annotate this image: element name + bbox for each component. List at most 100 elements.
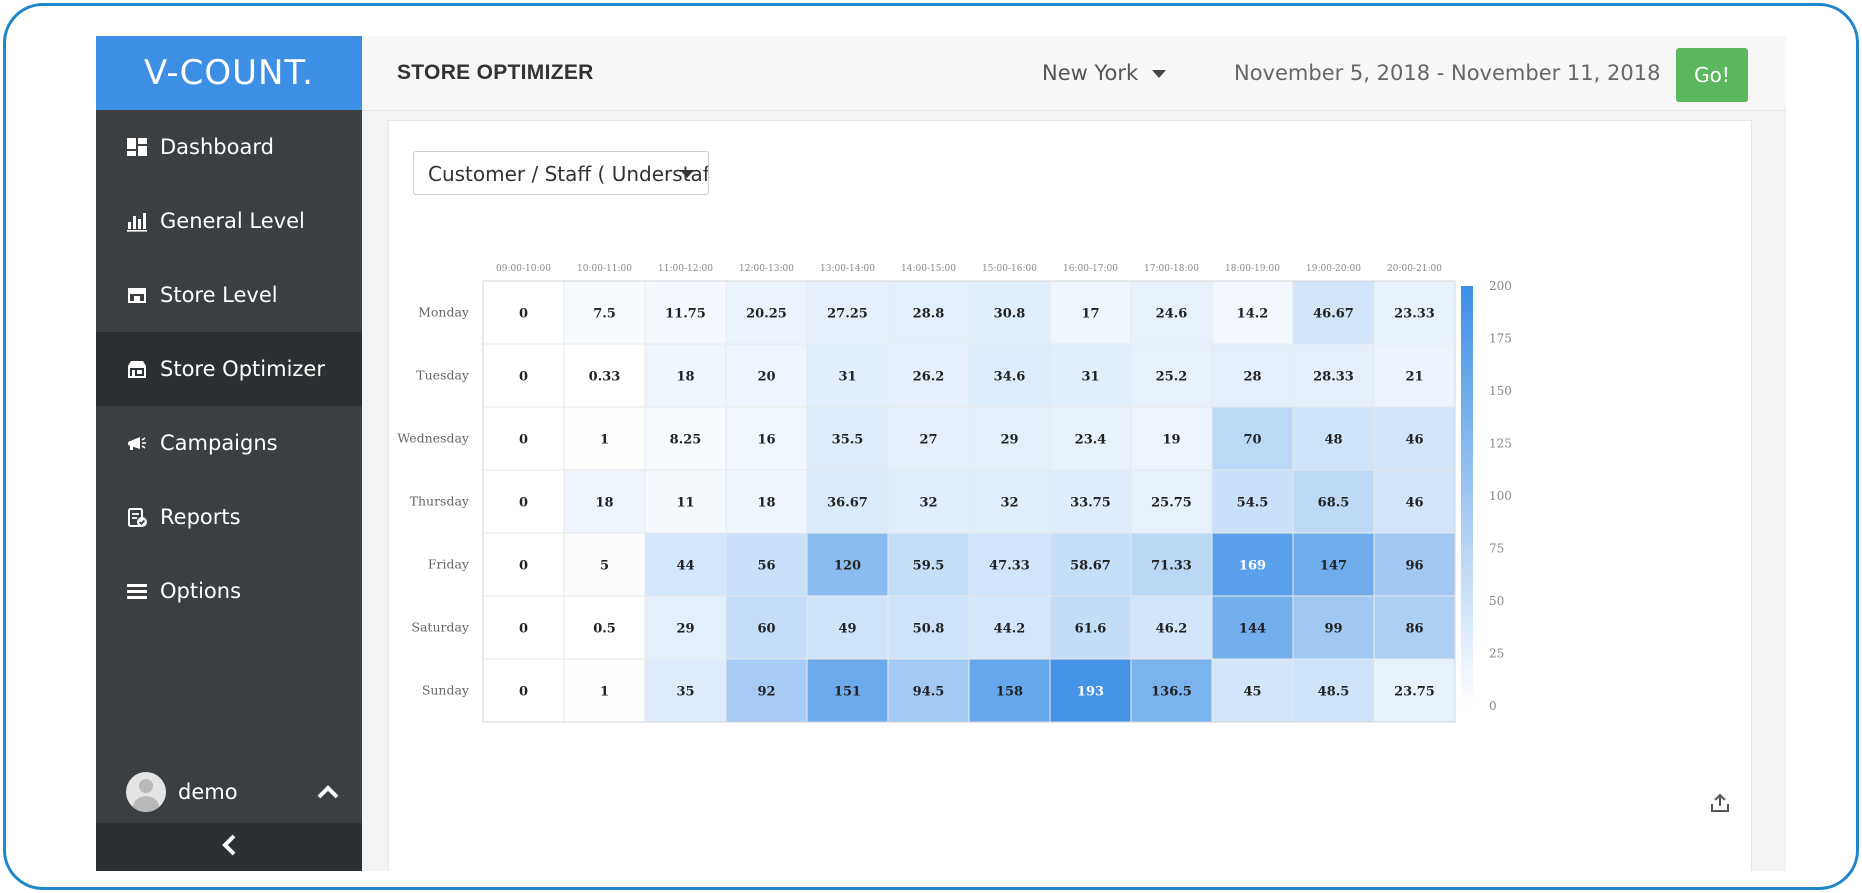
date-range-picker[interactable]: November 5, 2018 - November 11, 2018 [1234,36,1660,110]
cell-value: 44.2 [994,622,1026,637]
cell-value: 23.75 [1394,685,1435,700]
y-tick-label: Tuesday [416,368,470,383]
cell-value: 25.2 [1156,370,1188,385]
cell-value: 96 [1405,559,1423,574]
sidebar-item-campaigns[interactable]: Campaigns [96,406,362,480]
cell-value: 0 [519,307,528,322]
brand-logo[interactable]: V-COUNT. [96,36,362,110]
legend-tick-label: 75 [1489,542,1504,556]
go-button[interactable]: Go! [1676,48,1748,102]
legend-tick-label: 0 [1489,699,1497,713]
cell-value: 36.67 [827,496,868,511]
app-window: V-COUNT. Dashboard General Level Store L… [96,36,1786,871]
cell-value: 144 [1239,622,1266,637]
cell-value: 21 [1405,370,1423,385]
x-tick-label: 18:00-19:00 [1225,264,1280,274]
top-bar: STORE OPTIMIZER New York November 5, 201… [362,36,1786,111]
cell-value: 33.75 [1070,496,1111,511]
cell-value: 0 [519,559,528,574]
cell-value: 1 [600,433,609,448]
x-tick-label: 16:00-17:00 [1063,264,1118,274]
y-tick-label: Thursday [410,494,470,509]
cell-value: 18 [757,496,775,511]
sidebar-item-dashboard[interactable]: Dashboard [96,110,362,184]
cell-value: 59.5 [913,559,945,574]
cell-value: 46.2 [1156,622,1188,637]
cell-value: 46 [1405,433,1423,448]
y-tick-label: Wednesday [397,431,470,446]
sidebar-item-label: Reports [160,505,241,529]
legend-tick-label: 50 [1489,594,1504,608]
sidebar-collapse-button[interactable] [96,823,362,871]
user-menu[interactable]: demo [96,761,362,823]
cell-value: 71.33 [1151,559,1192,574]
x-tick-label: 11:00-12:00 [658,264,713,274]
y-tick-label: Friday [428,557,470,572]
cell-value: 17 [1081,307,1099,322]
x-tick-label: 19:00-20:00 [1306,264,1361,274]
cell-value: 58.67 [1070,559,1111,574]
cell-value: 0 [519,370,528,385]
location-dropdown[interactable]: New York [1042,36,1167,110]
sidebar-item-general-level[interactable]: General Level [96,184,362,258]
x-tick-label: 13:00-14:00 [820,264,875,274]
x-tick-label: 09:00-10:00 [496,264,551,274]
cell-value: 193 [1077,685,1104,700]
cell-value: 68.5 [1318,496,1350,511]
cell-value: 32 [919,496,937,511]
cell-value: 151 [834,685,861,700]
chevron-up-icon[interactable] [316,781,340,805]
cell-value: 45 [1243,685,1261,700]
cell-value: 169 [1239,559,1266,574]
heatmap-chart: 09:00-10:00 10:00-11:00 11:00-12:00 12:00-1… [397,264,1512,723]
x-tick-label: 20:00-21:00 [1387,264,1442,274]
cell-value: 48.5 [1318,685,1350,700]
cell-value: 0.33 [589,370,621,385]
sidebar-item-label: Campaigns [160,431,278,455]
x-tick-label: 14:00-15:00 [901,264,956,274]
sidebar-item-reports[interactable]: Reports [96,480,362,554]
cell-value: 23.33 [1394,307,1435,322]
sidebar-item-options[interactable]: Options [96,554,362,628]
cell-value: 20.25 [746,307,787,322]
cell-value: 28 [1243,370,1261,385]
dashboard-icon [126,136,148,158]
cell-value: 0 [519,496,528,511]
legend-tick-label: 175 [1489,332,1512,346]
cell-value: 28.33 [1313,370,1354,385]
cell-value: 35 [676,685,694,700]
cell-value: 28.8 [913,307,945,322]
cell-value: 26.2 [913,370,945,385]
y-tick-label: Saturday [411,620,470,635]
cell-value: 92 [757,685,775,700]
cell-value: 0.5 [593,622,616,637]
cell-value: 48 [1324,433,1342,448]
sidebar-item-store-optimizer[interactable]: Store Optimizer [96,332,362,406]
sidebar-item-label: Store Optimizer [160,357,325,381]
cell-value: 16 [757,433,775,448]
cell-value: 0 [519,622,528,637]
cell-value: 54.5 [1237,496,1269,511]
cell-value: 44 [676,559,694,574]
cell-value: 29 [1000,433,1018,448]
cell-value: 19 [1162,433,1180,448]
cell-value: 11.75 [665,307,706,322]
cell-value: 20 [757,370,775,385]
export-icon[interactable] [1709,792,1731,814]
cell-value: 27 [919,433,937,448]
x-tick-label: 15:00-16:00 [982,264,1037,274]
bar-chart-icon [126,210,148,232]
sidebar-item-store-level[interactable]: Store Level [96,258,362,332]
location-value: New York [1042,61,1139,85]
cell-value: 32 [1000,496,1018,511]
username: demo [178,780,238,804]
sidebar-item-label: Options [160,579,242,603]
cell-value: 7.5 [593,307,616,322]
logo-text: V-COUNT. [144,53,314,93]
cell-value: 94.5 [913,685,945,700]
x-tick-label: 10:00-11:00 [577,264,632,274]
cell-value: 29 [676,622,694,637]
cell-value: 24.6 [1156,307,1188,322]
cell-value: 8.25 [670,433,702,448]
legend-tick-label: 100 [1489,489,1512,503]
